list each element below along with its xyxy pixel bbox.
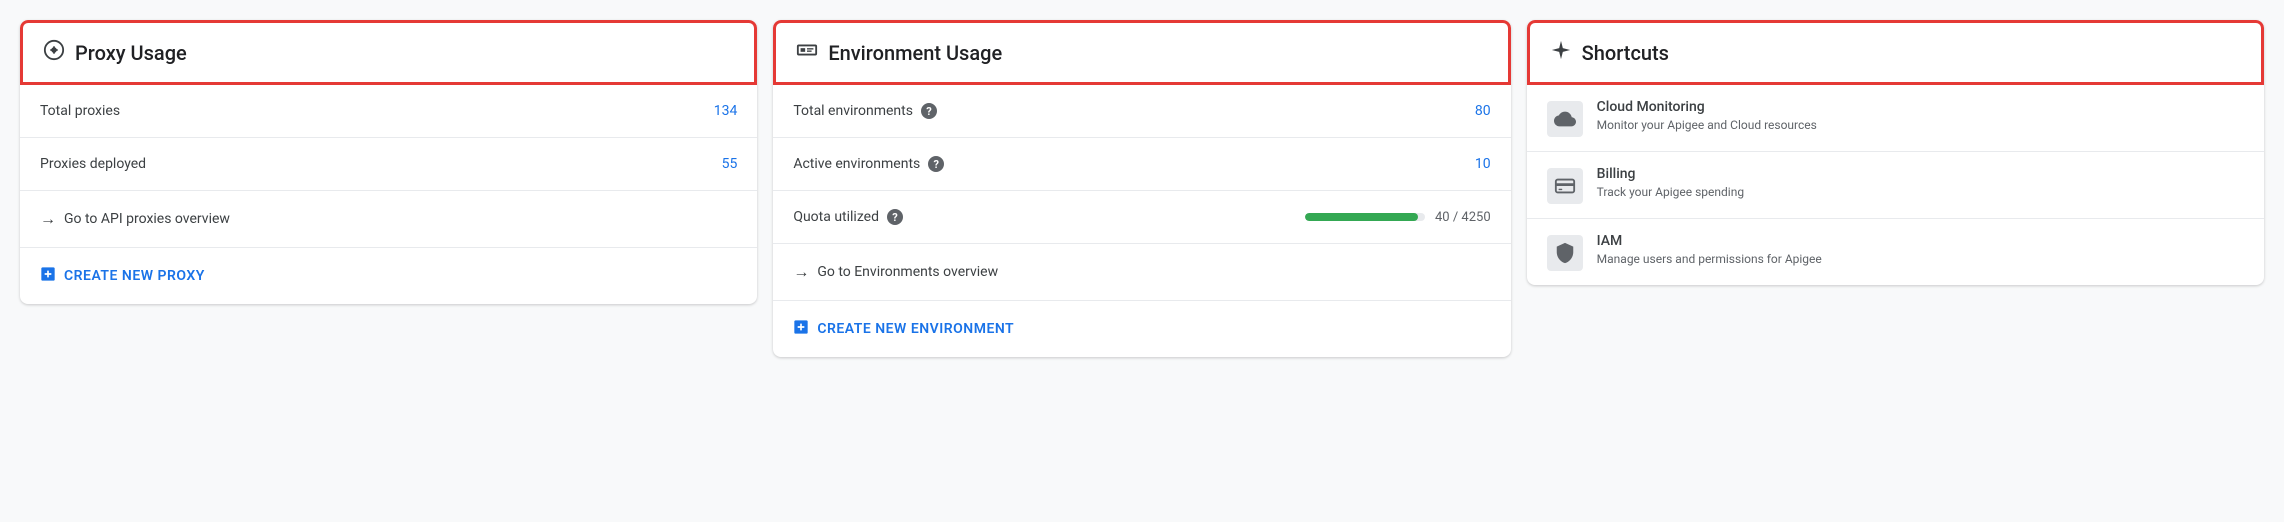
- iam-desc: Manage users and permissions for Apigee: [1597, 252, 1822, 266]
- total-environments-label: Total environments ?: [793, 103, 937, 119]
- quota-bar-container: 40 / 4250: [1305, 210, 1491, 225]
- quota-utilized-label: Quota utilized ?: [793, 209, 903, 225]
- total-proxies-row: Total proxies 134: [20, 85, 757, 138]
- proxies-deployed-row: Proxies deployed 55: [20, 138, 757, 191]
- total-env-help-icon[interactable]: ?: [921, 103, 937, 119]
- environment-usage-icon: [796, 39, 818, 66]
- environment-usage-title: Environment Usage: [828, 41, 1002, 65]
- shortcuts-title: Shortcuts: [1582, 41, 1669, 65]
- cloud-monitoring-text: Cloud Monitoring Monitor your Apigee and…: [1597, 99, 1817, 132]
- shortcut-iam[interactable]: IAM Manage users and permissions for Api…: [1527, 219, 2264, 285]
- arrow-icon: →: [40, 209, 56, 229]
- proxy-usage-body: Total proxies 134 Proxies deployed 55 → …: [20, 85, 757, 304]
- cloud-monitoring-title: Cloud Monitoring: [1597, 99, 1817, 115]
- total-proxies-label: Total proxies: [40, 103, 120, 119]
- shortcuts-icon: [1550, 39, 1572, 66]
- iam-title: IAM: [1597, 233, 1822, 249]
- shortcut-cloud-monitoring[interactable]: Cloud Monitoring Monitor your Apigee and…: [1527, 85, 2264, 152]
- billing-desc: Track your Apigee spending: [1597, 185, 1744, 199]
- total-proxies-value[interactable]: 134: [714, 103, 738, 119]
- create-env-icon: [793, 319, 809, 339]
- total-environments-value[interactable]: 80: [1475, 103, 1491, 119]
- environment-usage-header: Environment Usage: [773, 20, 1510, 85]
- iam-icon-wrapper: [1547, 235, 1583, 271]
- create-new-environment-row[interactable]: CREATE NEW ENVIRONMENT: [773, 301, 1510, 357]
- billing-text: Billing Track your Apigee spending: [1597, 166, 1744, 199]
- iam-text: IAM Manage users and permissions for Api…: [1597, 233, 1822, 266]
- proxies-deployed-value[interactable]: 55: [722, 156, 738, 172]
- go-to-environments-row[interactable]: → Go to Environments overview: [773, 244, 1510, 301]
- cloud-monitoring-icon-wrapper: [1547, 101, 1583, 137]
- active-environments-value[interactable]: 10: [1475, 156, 1491, 172]
- shortcuts-header: Shortcuts: [1527, 20, 2264, 85]
- shortcuts-body: Cloud Monitoring Monitor your Apigee and…: [1527, 85, 2264, 285]
- env-arrow-icon: →: [793, 262, 809, 282]
- quota-progress-fill: [1305, 213, 1418, 221]
- proxy-usage-header: Proxy Usage: [20, 20, 757, 85]
- create-proxy-icon: [40, 266, 56, 286]
- quota-progress-bar: [1305, 213, 1425, 221]
- create-new-environment-label: CREATE NEW ENVIRONMENT: [817, 321, 1014, 337]
- proxy-usage-title: Proxy Usage: [75, 41, 187, 65]
- create-new-proxy-row[interactable]: CREATE NEW PROXY: [20, 248, 757, 304]
- proxy-usage-icon: [43, 39, 65, 66]
- quota-utilized-row: Quota utilized ? 40 / 4250: [773, 191, 1510, 244]
- go-to-api-proxies-label: Go to API proxies overview: [64, 211, 230, 227]
- cloud-monitoring-desc: Monitor your Apigee and Cloud resources: [1597, 118, 1817, 132]
- proxy-usage-card: Proxy Usage Total proxies 134 Proxies de…: [20, 20, 757, 304]
- active-environments-row: Active environments ? 10: [773, 138, 1510, 191]
- proxies-deployed-label: Proxies deployed: [40, 156, 146, 172]
- billing-icon-wrapper: [1547, 168, 1583, 204]
- active-env-help-icon[interactable]: ?: [928, 156, 944, 172]
- create-new-proxy-label: CREATE NEW PROXY: [64, 268, 205, 284]
- total-environments-row: Total environments ? 80: [773, 85, 1510, 138]
- go-to-api-proxies-row[interactable]: → Go to API proxies overview: [20, 191, 757, 248]
- quota-text: 40 / 4250: [1435, 210, 1491, 225]
- environment-usage-card: Environment Usage Total environments ? 8…: [773, 20, 1510, 357]
- go-to-environments-label: Go to Environments overview: [817, 264, 998, 280]
- shortcut-billing[interactable]: Billing Track your Apigee spending: [1527, 152, 2264, 219]
- environment-usage-body: Total environments ? 80 Active environme…: [773, 85, 1510, 357]
- active-environments-label: Active environments ?: [793, 156, 944, 172]
- billing-title: Billing: [1597, 166, 1744, 182]
- shortcuts-card: Shortcuts Cloud Monitoring Monitor your …: [1527, 20, 2264, 285]
- quota-help-icon[interactable]: ?: [887, 209, 903, 225]
